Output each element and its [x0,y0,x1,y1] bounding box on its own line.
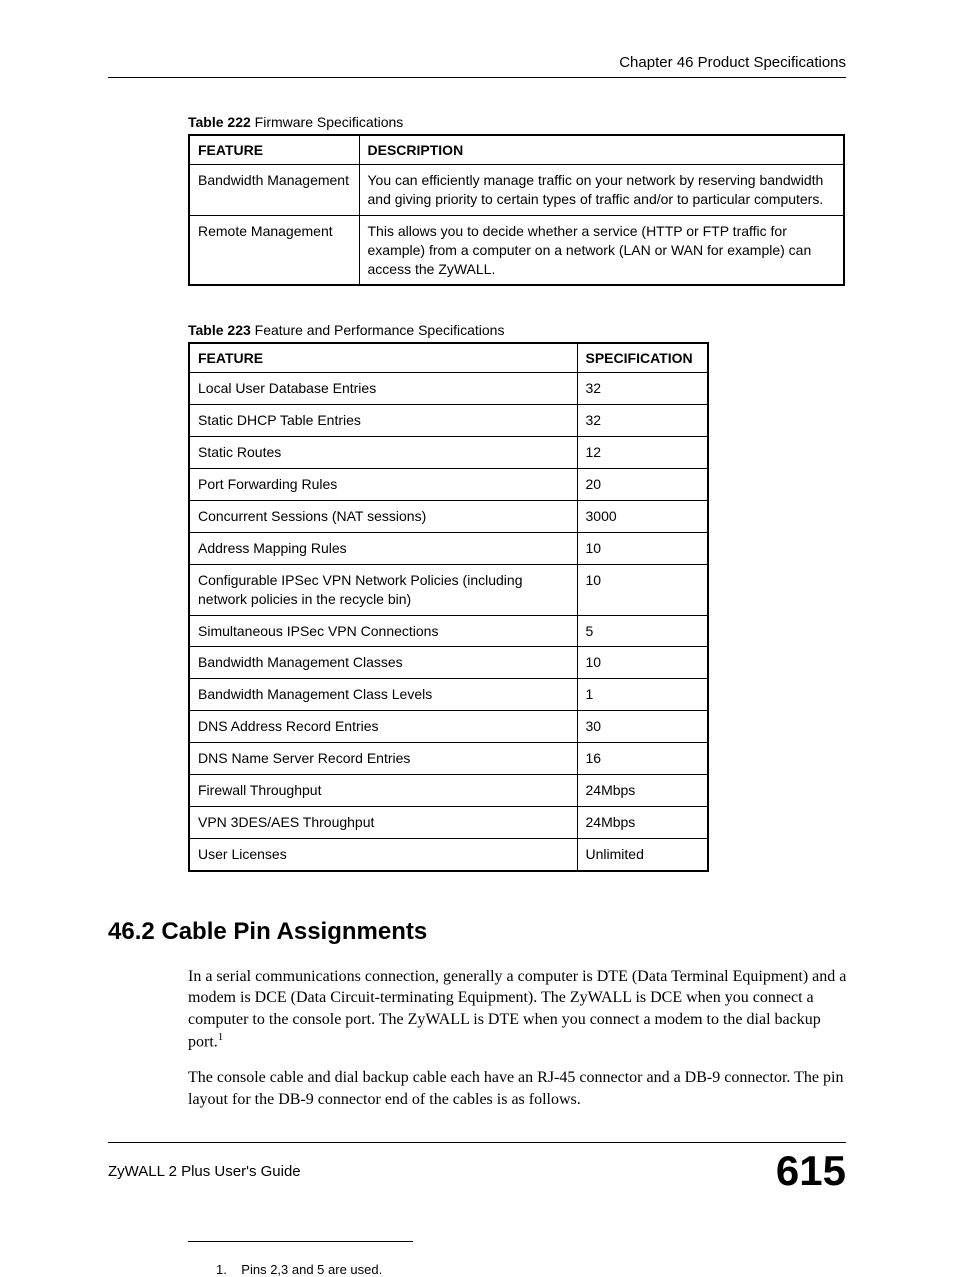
table-row: Port Forwarding Rules20 [189,469,708,501]
footnote: 1. Pins 2,3 and 5 are used. [216,1262,846,1277]
cell-feature: User Licenses [189,838,577,870]
table-row: Remote Management This allows you to dec… [189,215,844,285]
cell-spec: Unlimited [577,838,708,870]
cell-feature: Bandwidth Management Class Levels [189,679,577,711]
table-222-title: Firmware Specifications [251,114,404,130]
cell-spec: 10 [577,532,708,564]
table-row: Bandwidth Management You can efficiently… [189,165,844,216]
footnote-ref: 1 [218,1031,224,1043]
cell-feature: VPN 3DES/AES Throughput [189,806,577,838]
cell-spec: 24Mbps [577,775,708,807]
cell-feature: Bandwidth Management Classes [189,647,577,679]
cell-description: You can efficiently manage traffic on yo… [359,165,844,216]
para1-text: In a serial communications connection, g… [188,968,846,1051]
table-row: User LicensesUnlimited [189,838,708,870]
cell-feature: Firewall Throughput [189,775,577,807]
section-heading: 46.2 Cable Pin Assignments [108,918,846,946]
cell-feature: Address Mapping Rules [189,532,577,564]
cell-feature: Remote Management [189,215,359,285]
table-row: FEATURE DESCRIPTION [189,135,844,165]
table-222-number: Table 222 [188,114,251,130]
cell-spec: 10 [577,564,708,615]
cell-spec: 12 [577,437,708,469]
table-222-caption: Table 222 Firmware Specifications [188,114,846,130]
table-row: Configurable IPSec VPN Network Policies … [189,564,708,615]
cell-feature: Bandwidth Management [189,165,359,216]
table-223-title: Feature and Performance Specifications [251,322,505,338]
table-row: Static DHCP Table Entries32 [189,405,708,437]
th-feature: FEATURE [189,343,577,373]
cell-spec: 5 [577,615,708,647]
cell-feature: Configurable IPSec VPN Network Policies … [189,564,577,615]
table-row: Local User Database Entries32 [189,373,708,405]
table-223-number: Table 223 [188,322,251,338]
cell-feature: Port Forwarding Rules [189,469,577,501]
cell-spec: 16 [577,743,708,775]
th-spec: SPECIFICATION [577,343,708,373]
cell-description: This allows you to decide whether a serv… [359,215,844,285]
cell-spec: 3000 [577,501,708,533]
cell-spec: 30 [577,711,708,743]
table-row: Static Routes12 [189,437,708,469]
cell-feature: Concurrent Sessions (NAT sessions) [189,501,577,533]
table-row: DNS Name Server Record Entries16 [189,743,708,775]
section-paragraph-1: In a serial communications connection, g… [188,966,848,1054]
footnote-rule [188,1241,413,1242]
table-row: DNS Address Record Entries30 [189,711,708,743]
cell-spec: 24Mbps [577,806,708,838]
th-feature: FEATURE [189,135,359,165]
cell-feature: DNS Address Record Entries [189,711,577,743]
table-row: FEATURE SPECIFICATION [189,343,708,373]
table-row: Bandwidth Management Classes10 [189,647,708,679]
footer-page-number: 615 [776,1147,846,1195]
cell-feature: Static DHCP Table Entries [189,405,577,437]
cell-feature: Static Routes [189,437,577,469]
table-row: Bandwidth Management Class Levels1 [189,679,708,711]
table-223: FEATURE SPECIFICATION Local User Databas… [188,342,709,871]
cell-spec: 10 [577,647,708,679]
footnote-number: 1. [216,1262,227,1277]
cell-spec: 32 [577,405,708,437]
chapter-title: Chapter 46 Product Specifications [619,54,846,71]
cell-spec: 32 [577,373,708,405]
footer-guide-title: ZyWALL 2 Plus User's Guide [108,1163,301,1180]
th-description: DESCRIPTION [359,135,844,165]
page-header: Chapter 46 Product Specifications [108,54,846,78]
section-paragraph-2: The console cable and dial backup cable … [188,1067,848,1110]
footnote-text: Pins 2,3 and 5 are used. [241,1262,382,1277]
table-row: Address Mapping Rules10 [189,532,708,564]
table-row: Simultaneous IPSec VPN Connections5 [189,615,708,647]
cell-feature: Local User Database Entries [189,373,577,405]
table-row: VPN 3DES/AES Throughput24Mbps [189,806,708,838]
cell-feature: DNS Name Server Record Entries [189,743,577,775]
cell-feature: Simultaneous IPSec VPN Connections [189,615,577,647]
cell-spec: 20 [577,469,708,501]
table-row: Firewall Throughput24Mbps [189,775,708,807]
table-223-caption: Table 223 Feature and Performance Specif… [188,322,846,338]
table-row: Concurrent Sessions (NAT sessions)3000 [189,501,708,533]
table-222: FEATURE DESCRIPTION Bandwidth Management… [188,134,845,286]
page-footer: ZyWALL 2 Plus User's Guide 615 [108,1142,846,1195]
cell-spec: 1 [577,679,708,711]
